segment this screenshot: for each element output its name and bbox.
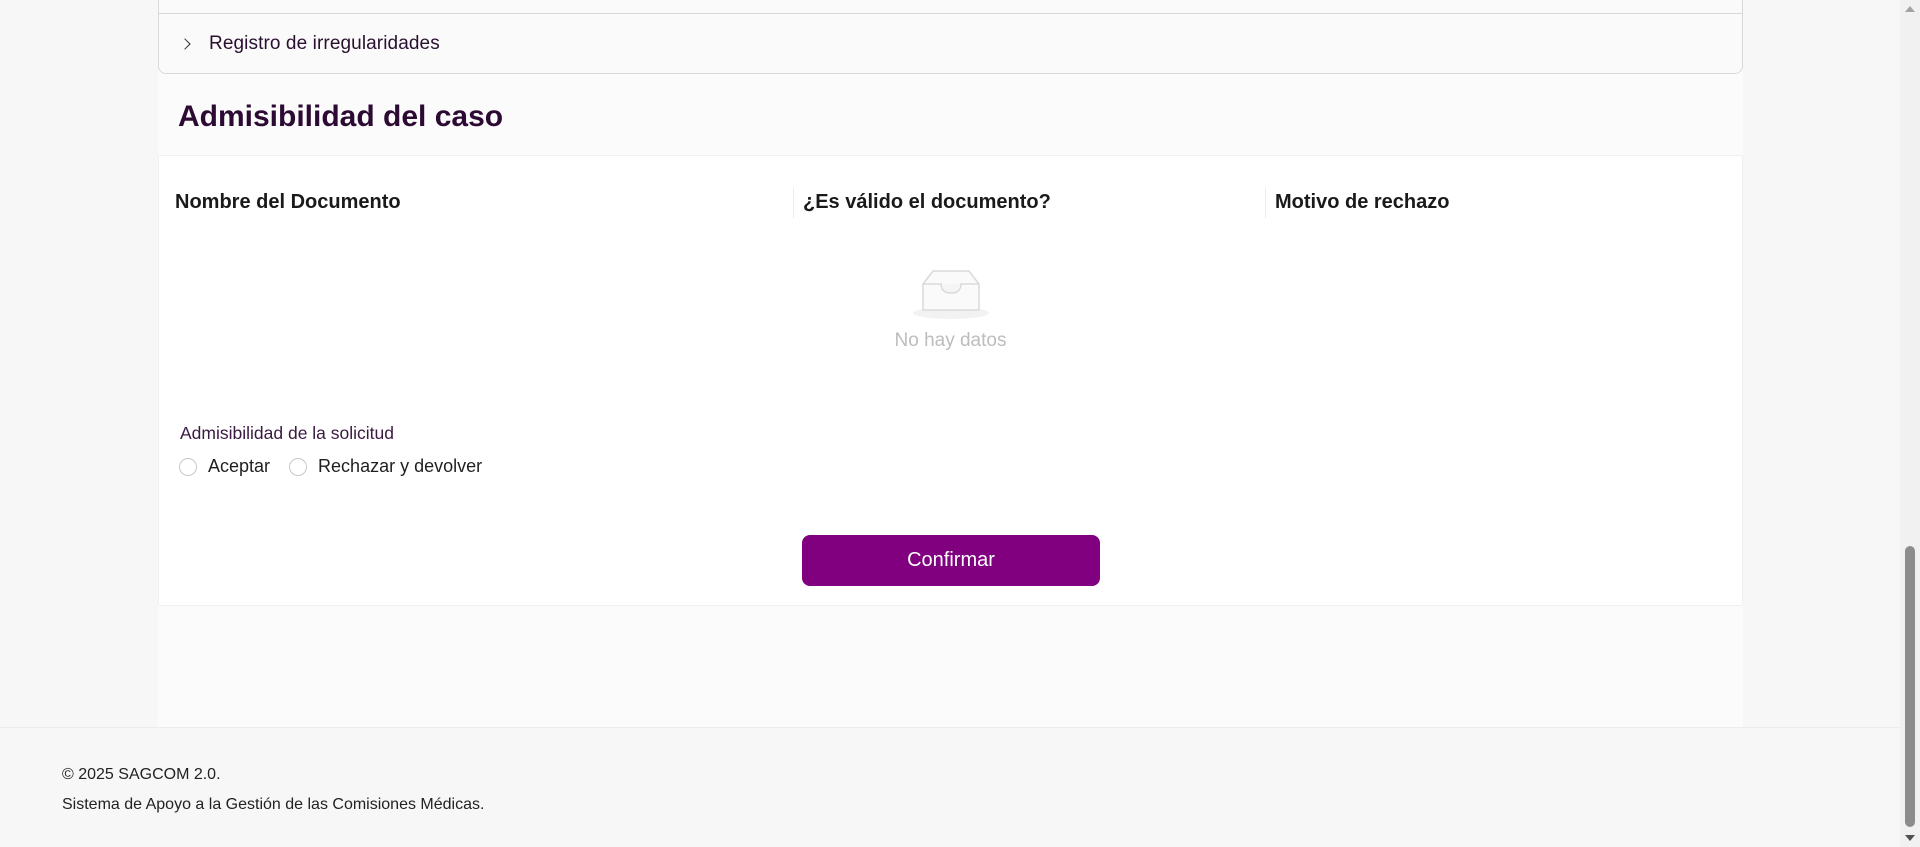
confirm-button[interactable]: Confirmar [802,535,1100,586]
radio-accept-label: Aceptar [208,456,271,476]
admissibility-label: Admisibilidad de la solicitud [180,423,394,443]
column-separator [793,188,794,218]
admissibility-radio-group: Aceptar Rechazar y devolver [179,456,501,477]
radio-reject-return[interactable]: Rechazar y devolver [289,456,482,477]
column-header-document-name: Nombre del Documento [175,191,401,213]
irregularities-collapse-header[interactable]: Registro de irregularidades [159,14,1742,74]
vertical-scrollbar[interactable] [1900,0,1920,847]
scrollbar-thumb[interactable] [1905,546,1915,827]
empty-state-text: No hay datos [894,330,1007,351]
admissibility-card: Nombre del Documento ¿Es válido el docum… [158,155,1743,606]
scroll-up-arrow-icon[interactable] [1905,6,1915,12]
irregularities-collapse: Registro de irregularidades [158,0,1743,74]
radio-accept[interactable]: Aceptar [179,456,270,477]
table-empty-state: No hay datos [159,266,1742,406]
radio-reject-return-label: Rechazar y devolver [318,456,483,476]
column-header-document-valid: ¿Es válido el documento? [803,191,1051,213]
radio-accept-circle[interactable] [179,457,197,476]
irregularities-collapse-label: Registro de irregularidades [209,33,440,54]
documents-table-header: Nombre del Documento ¿Es válido el docum… [159,156,1742,249]
footer: © 2025 SAGCOM 2.0. Sistema de Apoyo a la… [0,727,1900,847]
radio-reject-return-circle[interactable] [289,457,308,476]
footer-copyright: © 2025 SAGCOM 2.0. [62,766,221,783]
scroll-down-arrow-icon[interactable] [1905,835,1915,841]
section-title: Admisibilidad del caso [178,100,504,133]
column-separator [1265,188,1266,218]
footer-description: Sistema de Apoyo a la Gestión de las Com… [62,796,485,813]
inbox-icon [912,270,989,319]
chevron-right-icon [179,38,191,50]
page-viewport: Registro de irregularidades Admisibilida… [0,0,1900,847]
column-header-rejection-reason: Motivo de rechazo [1275,191,1450,213]
